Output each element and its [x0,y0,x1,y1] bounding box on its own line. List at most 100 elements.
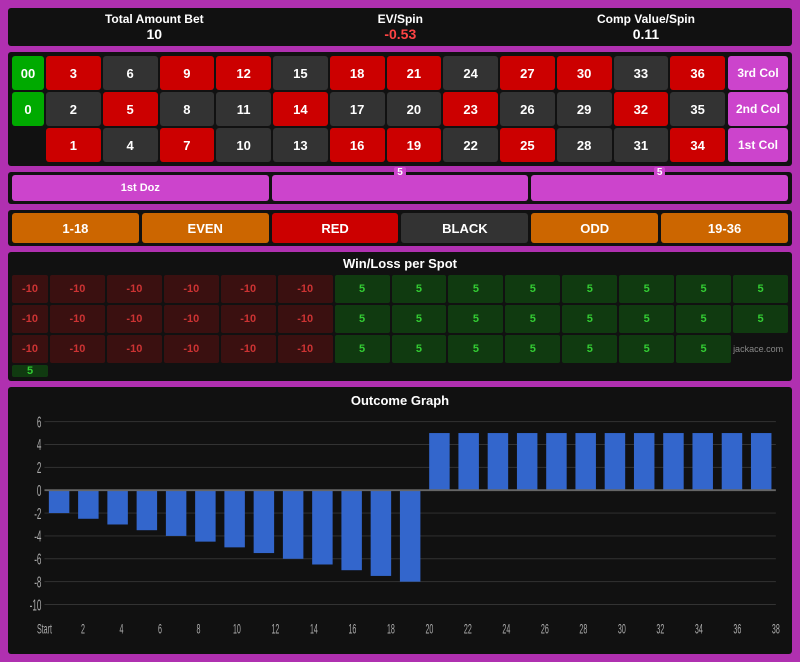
num-cell-2[interactable]: 2 [46,92,101,126]
svg-text:6: 6 [37,414,42,432]
roulette-board: 00 0 36912151821242730333625811141720232… [8,52,792,166]
num-cell-1[interactable]: 1 [46,128,101,162]
dozen-3rd[interactable]: 5 [531,175,788,201]
num-cell-28[interactable]: 28 [557,128,612,162]
bet-odd[interactable]: ODD [531,213,658,243]
number-grid: 3691215182124273033362581114172023262932… [46,56,725,162]
col-label-1st[interactable]: 1st Col [728,128,788,162]
col-label-2nd[interactable]: 2nd Col [728,92,788,126]
bet-19-36[interactable]: 19-36 [661,213,788,243]
dozen-2nd[interactable]: 5 [272,175,529,201]
wl-cell-r0-c2: -10 [164,275,219,303]
svg-text:14: 14 [310,622,318,637]
graph-svg: -10-8-6-4-20246Start24681012141618202224… [14,412,786,643]
svg-text:6: 6 [158,622,162,637]
num-cell-27[interactable]: 27 [500,56,555,90]
svg-text:-2: -2 [34,505,41,523]
col-label-3rd[interactable]: 3rd Col [728,56,788,90]
wl-cell-r2-c7: 5 [448,335,503,363]
wl-cell-r2-c10: 5 [619,335,674,363]
num-cell-17[interactable]: 17 [330,92,385,126]
num-cell-9[interactable]: 9 [160,56,215,90]
num-cell-3[interactable]: 3 [46,56,101,90]
num-cell-31[interactable]: 31 [614,128,669,162]
wl-cell-r2-c11: 5 [676,335,731,363]
num-cell-25[interactable]: 25 [500,128,555,162]
num-cell-10[interactable]: 10 [216,128,271,162]
wl-cell-r1-c1: -10 [107,305,162,333]
bet-1-18[interactable]: 1-18 [12,213,139,243]
num-cell-8[interactable]: 8 [160,92,215,126]
main-container: Total Amount Bet 10 EV/Spin -0.53 Comp V… [0,0,800,662]
comp-label: Comp Value/Spin [597,12,695,26]
num-cell-7[interactable]: 7 [160,128,215,162]
wl-cell-r1-c2: -10 [164,305,219,333]
dozen-3rd-badge: 5 [654,167,666,178]
wl-cell-r0-c6: 5 [392,275,447,303]
wl-cell-r2-c12: 5 [12,365,48,377]
num-cell-18[interactable]: 18 [330,56,385,90]
wl-cell-r1-c4: -10 [278,305,333,333]
svg-text:-6: -6 [34,551,41,569]
ev-spin-label: EV/Spin [378,12,423,26]
wl-cell-r0-c0: -10 [50,275,105,303]
svg-text:16: 16 [348,622,356,637]
svg-text:38: 38 [772,622,780,637]
wl-cell-r2-c8: 5 [505,335,560,363]
svg-text:36: 36 [733,622,741,637]
zero-00[interactable]: 00 [12,56,44,90]
dozen-1st[interactable]: 1st Doz [12,175,269,201]
num-cell-33[interactable]: 33 [614,56,669,90]
total-bet-label: Total Amount Bet [105,12,204,26]
wl-cell-r1-c5: 5 [335,305,390,333]
comp-block: Comp Value/Spin 0.11 [597,12,695,42]
svg-text:10: 10 [233,622,241,637]
svg-text:0: 0 [37,482,42,500]
wl-cell-r1-c6: 5 [392,305,447,333]
graph-section: Outcome Graph -10-8-6-4-20246Start246810… [8,387,792,654]
bet-red[interactable]: RED [272,213,399,243]
num-cell-12[interactable]: 12 [216,56,271,90]
wl-cell-r1-c9: 5 [562,305,617,333]
num-cell-30[interactable]: 30 [557,56,612,90]
num-cell-26[interactable]: 26 [500,92,555,126]
wl-cell-r1-c10: 5 [619,305,674,333]
zero-0[interactable]: 0 [12,92,44,126]
wl-cell-r0-c5: 5 [335,275,390,303]
ev-spin-value: -0.53 [378,26,423,42]
num-cell-13[interactable]: 13 [273,128,328,162]
num-cell-22[interactable]: 22 [443,128,498,162]
num-cell-35[interactable]: 35 [670,92,725,126]
num-cell-5[interactable]: 5 [103,92,158,126]
wl-cell-r0-c7: 5 [448,275,503,303]
num-cell-34[interactable]: 34 [670,128,725,162]
num-cell-24[interactable]: 24 [443,56,498,90]
num-cell-11[interactable]: 11 [216,92,271,126]
num-cell-20[interactable]: 20 [387,92,442,126]
num-cell-4[interactable]: 4 [103,128,158,162]
zero-col: 00 0 [12,56,44,162]
bet-even[interactable]: EVEN [142,213,269,243]
svg-text:22: 22 [464,622,472,637]
num-cell-32[interactable]: 32 [614,92,669,126]
num-cell-36[interactable]: 36 [670,56,725,90]
bet-black[interactable]: BLACK [401,213,528,243]
num-cell-29[interactable]: 29 [557,92,612,126]
col-labels: 3rd Col 2nd Col 1st Col [728,56,788,162]
svg-text:-4: -4 [34,528,41,546]
num-cell-14[interactable]: 14 [273,92,328,126]
num-cell-23[interactable]: 23 [443,92,498,126]
wl-cell-r0-c11: 5 [676,275,731,303]
num-cell-19[interactable]: 19 [387,128,442,162]
winloss-grid: -10-10-10-10-10-1055555555-10-10-10-10-1… [12,275,788,377]
svg-text:8: 8 [196,622,200,637]
num-cell-15[interactable]: 15 [273,56,328,90]
wl-cell-r1-c3: -10 [221,305,276,333]
wl-cell-r2-c4: -10 [278,335,333,363]
stats-bar: Total Amount Bet 10 EV/Spin -0.53 Comp V… [8,8,792,46]
num-cell-21[interactable]: 21 [387,56,442,90]
dozen-2nd-badge: 5 [394,167,406,178]
num-cell-6[interactable]: 6 [103,56,158,90]
num-cell-16[interactable]: 16 [330,128,385,162]
svg-text:26: 26 [541,622,549,637]
